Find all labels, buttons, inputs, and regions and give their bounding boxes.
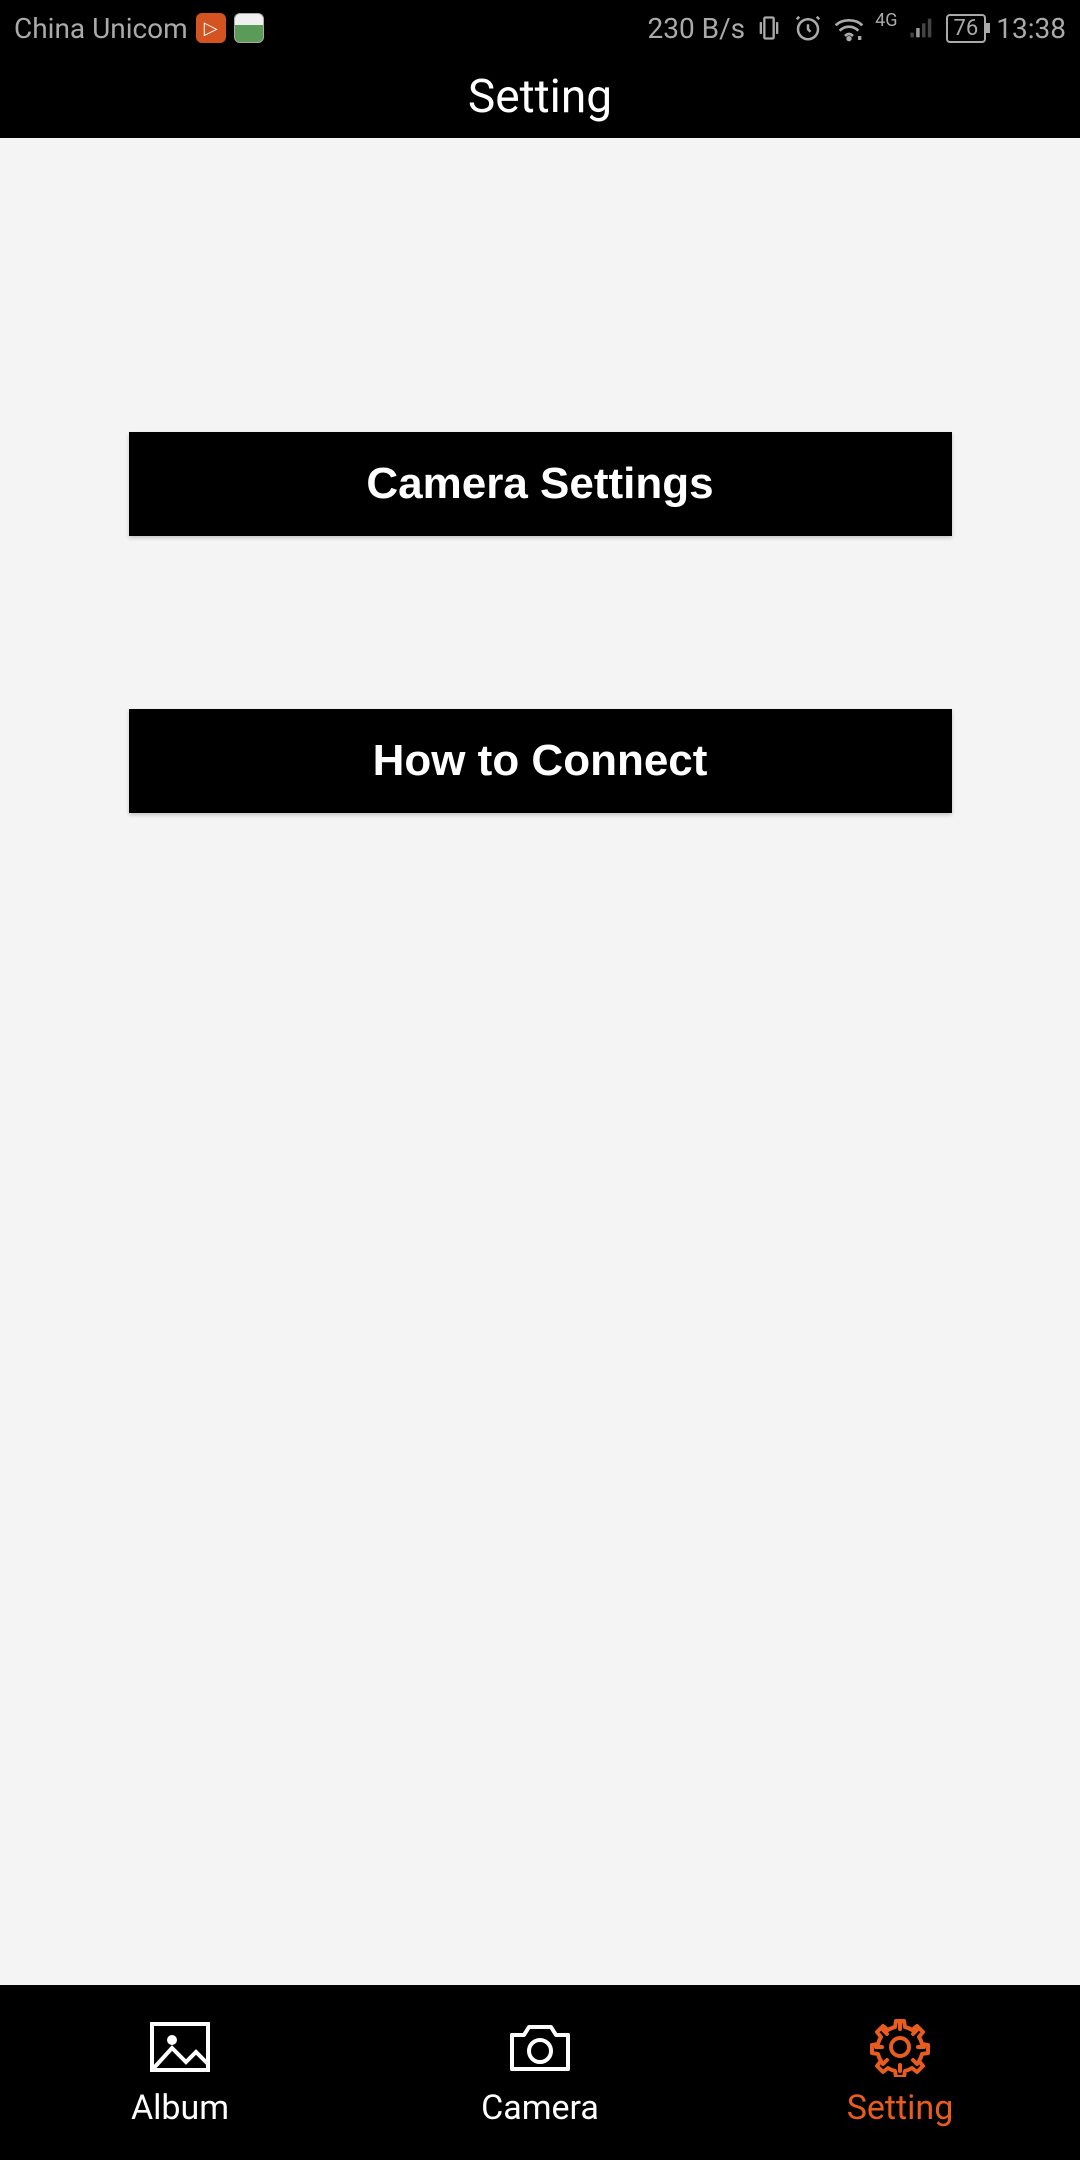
camera-settings-button[interactable]: Camera Settings bbox=[129, 432, 952, 536]
page-title: Setting bbox=[468, 70, 612, 124]
vibrate-icon bbox=[755, 14, 783, 42]
status-left: China Unicom ▷ bbox=[14, 12, 264, 45]
nav-item-album[interactable]: Album bbox=[0, 2018, 360, 2128]
nav-label: Camera bbox=[481, 2088, 599, 2128]
nav-label: Album bbox=[131, 2088, 229, 2128]
nav-item-setting[interactable]: Setting bbox=[720, 2018, 1080, 2128]
gear-icon bbox=[870, 2018, 930, 2076]
button-label: Camera Settings bbox=[366, 459, 713, 509]
wifi-icon bbox=[833, 14, 865, 42]
signal-icon bbox=[908, 16, 936, 40]
carrier-label: China Unicom bbox=[14, 12, 188, 45]
bottom-nav: Album Camera Setting bbox=[0, 1985, 1080, 2160]
app-header: Setting bbox=[0, 56, 1080, 138]
button-label: How to Connect bbox=[373, 736, 708, 786]
app-notification-icon: ▷ bbox=[196, 13, 226, 43]
nav-item-camera[interactable]: Camera bbox=[360, 2018, 720, 2128]
nav-label: Setting bbox=[847, 2088, 954, 2128]
network-type-label: 4G bbox=[875, 10, 897, 31]
status-right: 230 B/s 4G bbox=[648, 12, 1066, 45]
clock-label: 13:38 bbox=[996, 12, 1066, 45]
battery-indicator: 76 bbox=[946, 14, 987, 43]
how-to-connect-button[interactable]: How to Connect bbox=[129, 709, 952, 813]
status-bar: China Unicom ▷ 230 B/s 4G bbox=[0, 0, 1080, 56]
camera-icon bbox=[506, 2018, 574, 2076]
main-content: Camera Settings How to Connect bbox=[0, 138, 1080, 1985]
battery-level: 76 bbox=[954, 16, 979, 41]
alarm-icon bbox=[793, 13, 823, 43]
data-speed-label: 230 B/s bbox=[648, 12, 746, 45]
calendar-notification-icon bbox=[234, 13, 264, 43]
album-icon bbox=[148, 2018, 212, 2076]
